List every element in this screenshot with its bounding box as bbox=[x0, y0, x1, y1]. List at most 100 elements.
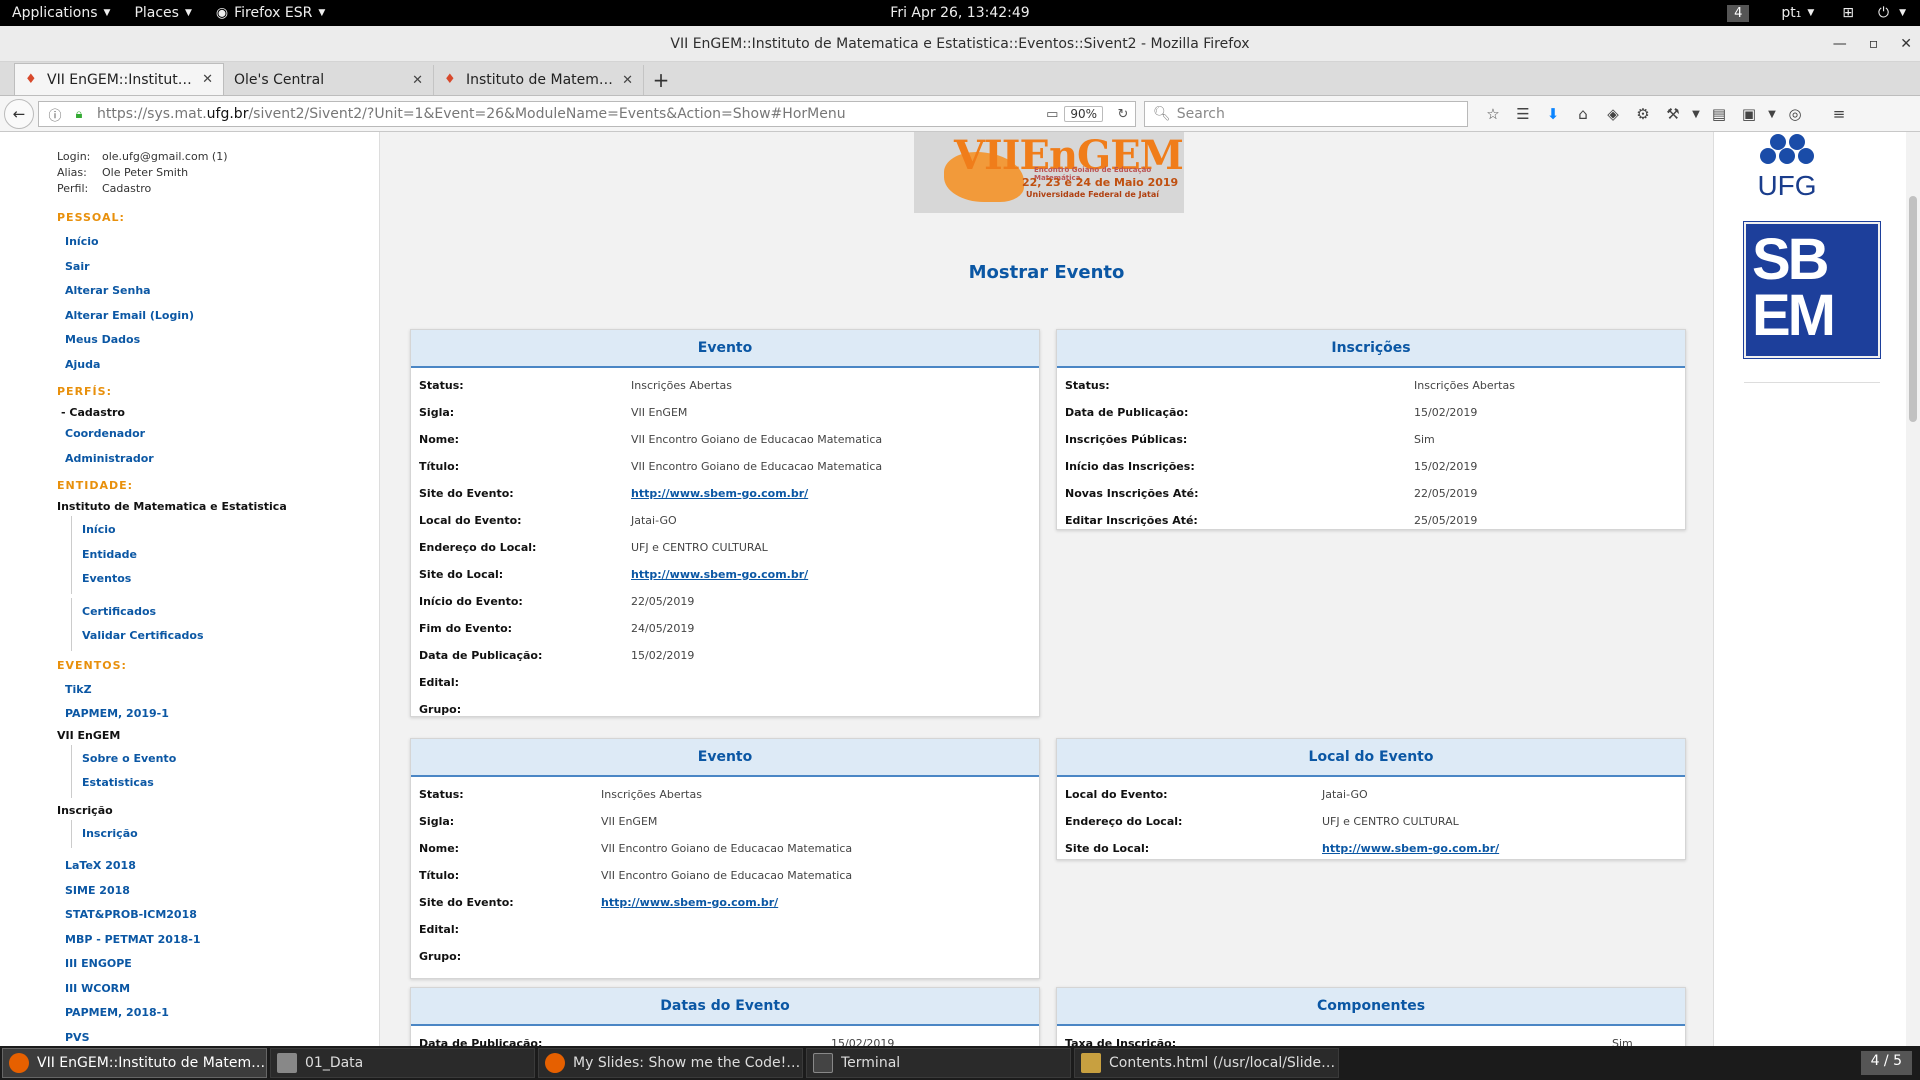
field-row: Status: Inscrições Abertas bbox=[419, 372, 1031, 399]
sidebar-link-certificados[interactable]: Certificados bbox=[72, 600, 379, 625]
sidebar-link-administrador[interactable]: Administrador bbox=[57, 447, 379, 472]
field-link[interactable]: http://www.sbem-go.com.br/ bbox=[631, 487, 808, 500]
workspace-pager[interactable]: 4 / 5 bbox=[1860, 1051, 1912, 1075]
applications-menu[interactable]: Applications ▼ bbox=[0, 0, 122, 26]
field-label: Status: bbox=[419, 788, 464, 801]
chevron-down-icon[interactable]: ▼ bbox=[1899, 8, 1920, 18]
info-icon[interactable]: ⓘ bbox=[43, 105, 67, 124]
new-tab-button[interactable]: + bbox=[644, 65, 678, 95]
field-label: Nome: bbox=[419, 433, 460, 446]
sidebar-link-papmem-2019[interactable]: PAPMEM, 2019-1 bbox=[57, 702, 379, 727]
vertical-scrollbar[interactable] bbox=[1906, 132, 1920, 1046]
ufg-logo-text: UFG bbox=[1757, 170, 1817, 201]
screenshot-icon[interactable]: ▣ bbox=[1734, 105, 1764, 123]
sidebar-link-validar-certificados[interactable]: Validar Certificados bbox=[72, 624, 379, 649]
sidebar-link-tikz[interactable]: TikZ bbox=[57, 678, 379, 703]
tab-oles-central[interactable]: Ole's Central ✕ bbox=[224, 65, 434, 95]
hamburger-menu-icon[interactable]: ≡ bbox=[1824, 105, 1854, 123]
tab-close-icon[interactable]: ✕ bbox=[412, 73, 423, 88]
sidebar-link-estatisticas[interactable]: Estatisticas bbox=[72, 771, 379, 796]
url-text[interactable]: https://sys.mat.ufg.br/sivent2/Sivent2/?… bbox=[97, 106, 1040, 122]
zoom-indicator[interactable]: 90% bbox=[1064, 106, 1103, 122]
sidebar-link-meus-dados[interactable]: Meus Dados bbox=[57, 328, 379, 353]
taskbar-item-editor[interactable]: Contents.html (/usr/local/Slides/2... bbox=[1074, 1048, 1339, 1078]
tools-icon[interactable]: ⚒ bbox=[1658, 105, 1688, 123]
field-link[interactable]: http://www.sbem-go.com.br/ bbox=[601, 896, 778, 909]
close-icon[interactable]: ✕ bbox=[1900, 36, 1912, 52]
sidebar-link-latex-2018[interactable]: LaTeX 2018 bbox=[57, 854, 379, 879]
chevron-down-icon[interactable]: ▼ bbox=[1764, 109, 1780, 120]
search-bar[interactable]: 🔍︎ Search bbox=[1144, 101, 1468, 127]
bookmark-star-icon[interactable]: ☆ bbox=[1478, 105, 1508, 123]
url-prefix: https://sys.mat. bbox=[97, 106, 207, 122]
sidebar-link-mbp-petmat[interactable]: MBP - PETMAT 2018-1 bbox=[57, 928, 379, 953]
sidebar-link-statprob[interactable]: STAT&PROB-ICM2018 bbox=[57, 903, 379, 928]
tab-label: Ole's Central bbox=[234, 72, 325, 88]
panel-title: Local do Evento bbox=[1057, 739, 1685, 777]
home-icon[interactable]: ⌂ bbox=[1568, 105, 1598, 123]
sidebar-link-entidade[interactable]: Entidade bbox=[72, 543, 379, 568]
field-value: UFJ e CENTRO CULTURAL bbox=[631, 541, 768, 554]
field-label: Inscrições Públicas: bbox=[1065, 433, 1188, 446]
taskbar-item-01-data[interactable]: 01_Data bbox=[270, 1048, 535, 1078]
tab-close-icon[interactable]: ✕ bbox=[622, 73, 633, 88]
sidebar-link-ajuda[interactable]: Ajuda bbox=[57, 353, 379, 378]
tab-vii-engem[interactable]: ♦ VII EnGEM::Instituto d... ✕ bbox=[14, 63, 224, 95]
field-link[interactable]: http://www.sbem-go.com.br/ bbox=[631, 568, 808, 581]
app-menu-label: Firefox ESR bbox=[234, 5, 313, 21]
sidebar-link-sobre-evento[interactable]: Sobre o Evento bbox=[72, 747, 379, 772]
chevron-down-icon[interactable]: ▼ bbox=[1688, 109, 1704, 120]
field-link[interactable]: http://www.sbem-go.com.br/ bbox=[1322, 842, 1499, 855]
places-menu[interactable]: Places ▼ bbox=[122, 0, 203, 26]
pocket-icon[interactable]: ◈ bbox=[1598, 105, 1628, 123]
maximize-icon[interactable]: ▫ bbox=[1869, 36, 1879, 52]
sidebar-link-papmem-2018[interactable]: PAPMEM, 2018-1 bbox=[57, 1001, 379, 1026]
sidebar-link-pvs[interactable]: PVS bbox=[57, 1026, 379, 1047]
field-label: Novas Inscrições Até: bbox=[1065, 487, 1199, 500]
field-label: Data de Publicação: bbox=[1065, 406, 1189, 419]
inscricao-label: Inscrição bbox=[57, 803, 113, 817]
power-icon[interactable]: ⏻ bbox=[1872, 5, 1895, 21]
sidebar-link-sime-2018[interactable]: SIME 2018 bbox=[57, 879, 379, 904]
sidebar-link-entidade-inicio[interactable]: Início bbox=[72, 518, 379, 543]
search-icon: 🔍︎ bbox=[1153, 106, 1171, 122]
sidebar-icon[interactable]: ▤ bbox=[1704, 105, 1734, 123]
field-row: Início do Evento: 22/05/2019 bbox=[419, 588, 1031, 615]
taskbar-item-firefox-engem[interactable]: VII EnGEM::Instituto de Matemati... bbox=[2, 1048, 267, 1078]
workspace-indicator[interactable]: 4 bbox=[1727, 4, 1750, 22]
reload-icon[interactable]: ↻ bbox=[1111, 107, 1135, 122]
sidebar-link-alterar-senha[interactable]: Alterar Senha bbox=[57, 279, 379, 304]
sidebar-link-sair[interactable]: Sair bbox=[57, 255, 379, 280]
taskbar-item-firefox-slides[interactable]: My Slides: Show me the Code! - M... bbox=[538, 1048, 803, 1078]
sidebar-link-iii-wcorm[interactable]: III WCORM bbox=[57, 977, 379, 1002]
sidebar-link-iii-engope[interactable]: III ENGOPE bbox=[57, 952, 379, 977]
back-button[interactable]: ← bbox=[4, 98, 34, 129]
reader-view-icon[interactable]: ▭ bbox=[1040, 107, 1064, 122]
sidebar-link-alterar-email[interactable]: Alterar Email (Login) bbox=[57, 304, 379, 329]
url-bar[interactable]: ⓘ 🔒︎ https://sys.mat.ufg.br/sivent2/Sive… bbox=[38, 101, 1136, 127]
clock[interactable]: Fri Apr 26, 13:42:49 bbox=[890, 5, 1029, 21]
sidebar-link-inscricao[interactable]: Inscrição bbox=[72, 822, 379, 847]
addon-icon[interactable]: ◎ bbox=[1780, 105, 1810, 123]
language-indicator[interactable]: pt₁ ▼ bbox=[1771, 5, 1824, 21]
scrollbar-thumb[interactable] bbox=[1909, 196, 1917, 422]
perfil-value: Cadastro bbox=[102, 182, 152, 195]
tab-instituto[interactable]: ♦ Instituto de Matemati... ✕ bbox=[434, 65, 644, 95]
sidebar-link-eventos[interactable]: Eventos bbox=[72, 567, 379, 592]
network-icon[interactable]: ⊞ bbox=[1828, 5, 1868, 21]
field-row: Data de Publicação: 15/02/2019 bbox=[419, 642, 1031, 669]
tab-close-icon[interactable]: ✕ bbox=[202, 72, 213, 87]
sidebar-link-coordenador[interactable]: Coordenador bbox=[57, 422, 379, 447]
panel-title: Componentes bbox=[1057, 988, 1685, 1026]
download-icon[interactable]: ⬇ bbox=[1538, 105, 1568, 123]
sidebar-link-inicio[interactable]: Início bbox=[57, 230, 379, 255]
taskbar-item-terminal[interactable]: Terminal bbox=[806, 1048, 1071, 1078]
minimize-icon[interactable]: — bbox=[1833, 36, 1847, 52]
field-row: Status: Inscrições Abertas bbox=[419, 781, 1031, 808]
field-value: http://www.sbem-go.com.br/ bbox=[1322, 842, 1499, 855]
field-label: Início das Inscrições: bbox=[1065, 460, 1195, 473]
event-submenu: Sobre o Evento Estatisticas bbox=[71, 744, 379, 798]
app-menu[interactable]: ◉ Firefox ESR ▼ bbox=[204, 0, 337, 26]
bookmarks-list-icon[interactable]: ☰ bbox=[1508, 105, 1538, 123]
extension-icon[interactable]: ⚙ bbox=[1628, 105, 1658, 123]
